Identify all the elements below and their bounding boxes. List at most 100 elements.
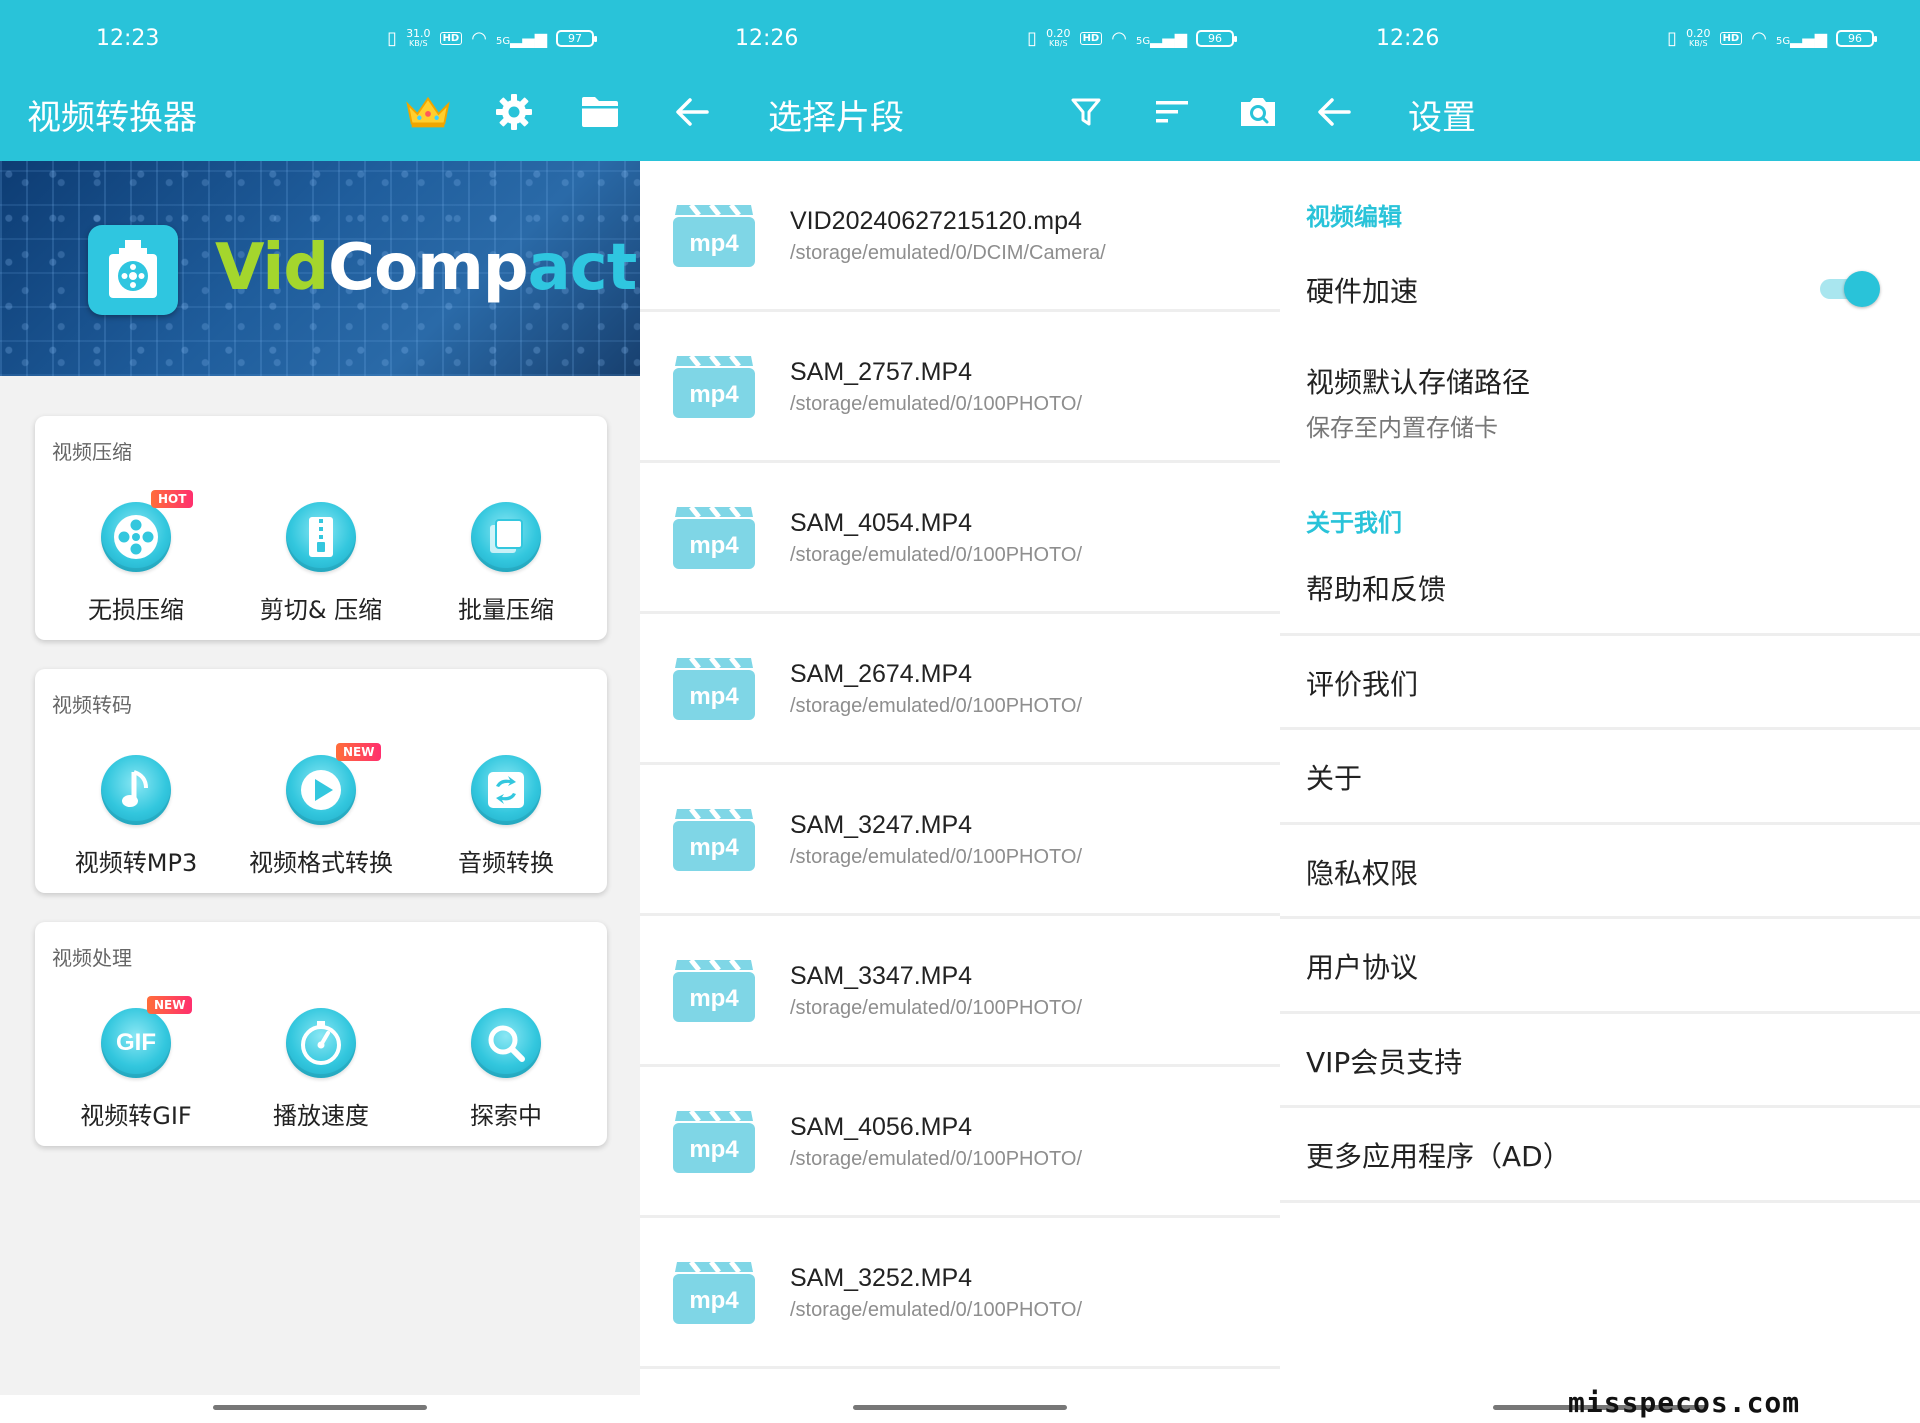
app-bar: 12:26 ▯ 0.20 KB/S HD ◠ 5G▂▄▆ 96 选择片段 [640, 0, 1280, 161]
crown-icon[interactable] [404, 90, 452, 134]
file-name: SAM_2757.MP4 [790, 358, 973, 386]
film-reel-icon [101, 502, 171, 572]
settings-item[interactable]: 评价我们 [1280, 635, 1920, 730]
file-path: /storage/emulated/0/DCIM/Camera/ [790, 242, 1106, 264]
status-time: 12:26 [735, 26, 799, 51]
settings-item[interactable]: VIP会员支持 [1280, 1013, 1920, 1108]
banner-logo-text: VidCompact [215, 231, 637, 305]
file-row[interactable]: mp4 SAM_2674.MP4/storage/emulated/0/100PH… [640, 614, 1280, 765]
gif-icon: GIF [101, 1008, 171, 1078]
wifi-icon: ◠ [471, 28, 487, 49]
settings-item[interactable]: 用户协议 [1280, 918, 1920, 1013]
section-header-video-edit: 视频编辑 [1306, 203, 1402, 231]
file-row[interactable]: mp4 VID20240627215120.mp4/storage/emulate… [640, 161, 1280, 312]
file-type-label: mp4 [689, 834, 739, 861]
page-title: 选择片段 [768, 98, 904, 138]
toggle-thumb [1844, 271, 1880, 307]
app-logo-icon [88, 225, 178, 315]
file-row[interactable]: mp4 SAM_4054.MP4/storage/emulated/0/100PH… [640, 463, 1280, 614]
home-indicator[interactable] [853, 1405, 1067, 1410]
status-icons: ▯ 0.20 KB/S HD ◠ 5G▂▄▆ 96 [1027, 26, 1237, 49]
setting-label: 评价我们 [1306, 667, 1419, 701]
file-type-label: mp4 [689, 381, 739, 408]
hd-icon: HD [1719, 32, 1743, 45]
feature-video-to-gif[interactable]: GIF NEW 视频转GIF [51, 996, 221, 1133]
folder-icon[interactable] [576, 90, 624, 134]
video-file-icon: mp4 [673, 1109, 755, 1173]
net-speed: 0.20 KB/S [1686, 26, 1711, 48]
video-file-icon: mp4 [673, 203, 755, 267]
file-type-label: mp4 [689, 985, 739, 1012]
file-name: VID20240627215120.mp4 [790, 207, 1082, 235]
feature-audio-convert[interactable]: 音频转换 [421, 755, 591, 880]
app-title: 视频转换器 [27, 98, 197, 138]
wifi-icon: ◠ [1751, 28, 1767, 49]
card-video-transcode: 视频转码 视频转MP3 NEW 视频格式转换 音频转换 [35, 669, 607, 893]
filter-icon[interactable] [1062, 90, 1110, 134]
status-icons: ▯ 0.20 KB/S HD ◠ 5G▂▄▆ 96 [1667, 26, 1877, 49]
card-title: 视频转码 [52, 693, 132, 717]
setting-label: 硬件加速 [1306, 275, 1419, 308]
play-icon [286, 755, 356, 825]
settings-item[interactable]: 关于 [1280, 729, 1920, 824]
feature-format-convert[interactable]: NEW 视频格式转换 [236, 743, 406, 880]
feature-label: 探索中 [470, 1102, 542, 1130]
section-header-about-us: 关于我们 [1306, 509, 1402, 537]
hd-icon: HD [439, 32, 463, 45]
feature-batch-compress[interactable]: 批量压缩 [421, 502, 591, 627]
feature-playback-speed[interactable]: 播放速度 [236, 1008, 406, 1133]
file-path: /storage/emulated/0/100PHOTO/ [790, 393, 1083, 415]
music-note-icon [101, 755, 171, 825]
video-file-icon: mp4 [673, 958, 755, 1022]
file-row[interactable]: mp4 SAM_3247.MP4/storage/emulated/0/100PH… [640, 765, 1280, 916]
hot-badge: HOT [151, 490, 194, 508]
feature-label: 剪切& 压缩 [259, 596, 383, 624]
video-file-icon: mp4 [673, 656, 755, 720]
gif-icon-text: GIF [116, 1029, 156, 1056]
file-path: /storage/emulated/0/100PHOTO/ [790, 846, 1083, 868]
image-search-icon[interactable] [1234, 90, 1280, 134]
feature-video-to-mp3[interactable]: 视频转MP3 [51, 755, 221, 880]
net-speed: 0.20 KB/S [1046, 26, 1071, 48]
back-arrow-icon[interactable] [1310, 90, 1358, 134]
wifi-icon: ◠ [1111, 28, 1127, 49]
file-row[interactable]: mp4 SAM_3347.MP4/storage/emulated/0/100PH… [640, 916, 1280, 1067]
home-indicator[interactable] [213, 1405, 427, 1410]
video-file-icon: mp4 [673, 354, 755, 418]
status-time: 12:26 [1376, 26, 1440, 51]
file-path: /storage/emulated/0/100PHOTO/ [790, 997, 1083, 1019]
watermark: misspecos.com [1568, 1386, 1801, 1419]
signal-icon: 5G▂▄▆ [1775, 29, 1827, 48]
back-arrow-icon[interactable] [668, 90, 716, 134]
feature-cut-compress[interactable]: 剪切& 压缩 [236, 502, 406, 627]
settings-item[interactable]: 隐私权限 [1280, 824, 1920, 919]
card-title: 视频处理 [52, 946, 132, 970]
magnifier-icon [471, 1008, 541, 1078]
gear-icon[interactable] [490, 90, 538, 134]
feature-lossless-compress[interactable]: HOT 无损压缩 [51, 490, 221, 627]
file-row[interactable]: mp4 SAM_4056.MP4/storage/emulated/0/100PH… [640, 1067, 1280, 1218]
file-name: SAM_4054.MP4 [790, 509, 973, 537]
new-badge: NEW [336, 743, 382, 761]
file-type-label: mp4 [689, 1136, 739, 1163]
feature-label: 音频转换 [458, 849, 554, 877]
setting-value: 保存至内置存储卡 [1306, 414, 1498, 442]
file-row[interactable]: mp4 SAM_3252.MP4/storage/emulated/0/100PH… [640, 1218, 1280, 1369]
sort-icon[interactable] [1148, 90, 1196, 134]
feature-label: 播放速度 [273, 1102, 369, 1130]
vibrate-icon: ▯ [1027, 28, 1038, 49]
signal-icon: 5G▂▄▆ [1135, 29, 1187, 48]
feature-explore[interactable]: 探索中 [421, 1008, 591, 1133]
setting-label: 用户协议 [1306, 951, 1419, 984]
settings-item[interactable]: 帮助和反馈 [1280, 540, 1920, 635]
feature-label: 批量压缩 [458, 596, 554, 624]
settings-item[interactable]: 更多应用程序（AD） [1280, 1107, 1920, 1202]
feature-label: 视频转MP3 [74, 849, 198, 877]
file-path: /storage/emulated/0/100PHOTO/ [790, 1299, 1083, 1321]
file-name: SAM_3252.MP4 [790, 1264, 973, 1292]
card-video-compress: 视频压缩 HOT 无损压缩 剪切& 压缩 批量压缩 [35, 416, 607, 640]
file-name: SAM_2674.MP4 [790, 660, 973, 688]
file-row[interactable]: mp4 SAM_2757.MP4/storage/emulated/0/100PH… [640, 312, 1280, 463]
hardware-accel-toggle[interactable] [1820, 268, 1880, 308]
setting-storage-path[interactable]: 视频默认存储路径 保存至内置存储卡 [1280, 345, 1920, 455]
